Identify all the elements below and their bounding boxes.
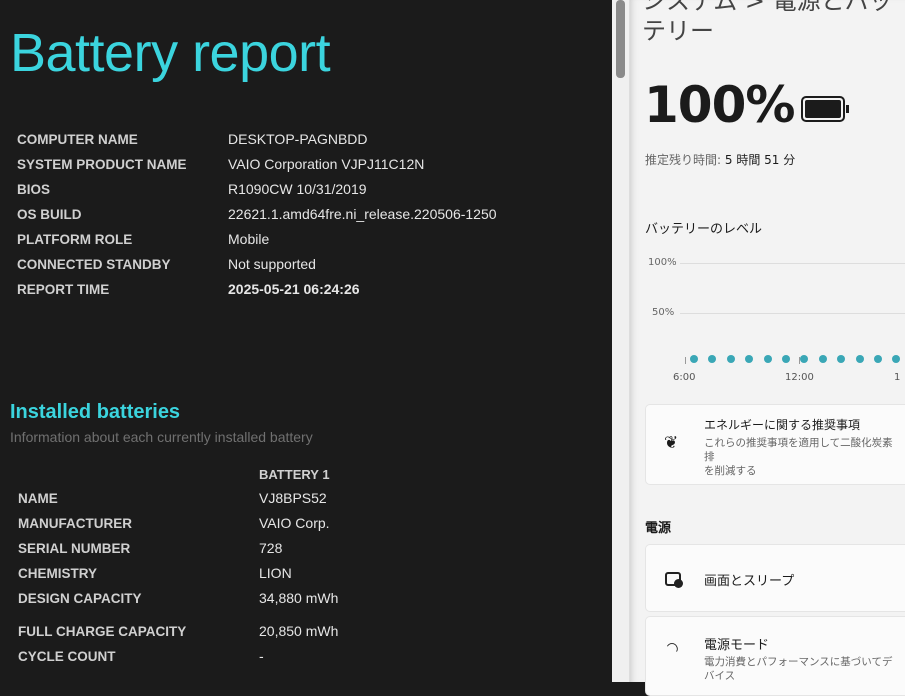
field-label: DESIGN CAPACITY <box>18 591 142 606</box>
battery-level-point <box>892 355 901 363</box>
field-label: CHEMISTRY <box>18 566 98 581</box>
battery-level-point <box>763 355 772 363</box>
x-tick-mark <box>799 357 800 364</box>
field-label: OS BUILD <box>17 207 82 222</box>
field-label: CYCLE COUNT <box>18 649 116 664</box>
field-label: CONNECTED STANDBY <box>17 257 171 272</box>
field-label: MANUFACTURER <box>18 516 132 531</box>
x-tick-6: 6:00 <box>673 372 696 383</box>
field-value: 22621.1.amd64fre.ni_release.220506-1250 <box>228 206 497 222</box>
y-tick-100: 100% <box>648 257 677 268</box>
power-mode-card[interactable]: ◠ 電源モード 電力消費とパフォーマンスに基づいてデバイス <box>645 616 905 696</box>
field-label: FULL CHARGE CAPACITY <box>18 624 187 639</box>
field-value: VAIO Corporation VJPJ11C12N <box>228 156 425 172</box>
power-section-heading: 電源 <box>645 521 672 536</box>
field-label: SYSTEM PRODUCT NAME <box>17 157 187 172</box>
gridline-50 <box>680 313 905 314</box>
field-value: VJ8BPS52 <box>259 490 327 506</box>
battery-level-point <box>837 355 846 363</box>
field-label: BIOS <box>17 182 51 197</box>
field-value: 2025-05-21 06:24:26 <box>228 281 360 297</box>
battery-level-point <box>782 355 790 363</box>
gauge-icon: ◠ <box>662 636 683 660</box>
field-value: LION <box>259 565 292 581</box>
energy-desc-2: を削減する <box>704 465 757 477</box>
screen-sleep-icon <box>665 572 683 588</box>
gridline-100 <box>680 263 905 264</box>
scrollbar[interactable] <box>612 0 630 682</box>
breadcrumb[interactable]: システム > 電源とバッテリー <box>642 0 900 46</box>
energy-desc: これらの推奨事項を適用して二酸化炭素排 <box>704 437 893 463</box>
y-tick-50: 50% <box>652 307 675 318</box>
installed-batteries-subtitle: Information about each currently install… <box>10 429 313 445</box>
x-tick-mark <box>685 357 686 364</box>
remaining-value: 5 時間 51 分 <box>724 153 796 167</box>
battery-level-point <box>800 355 809 363</box>
field-value: 728 <box>259 540 283 556</box>
battery-level-point <box>874 355 882 363</box>
x-tick-12: 12:00 <box>785 372 814 383</box>
battery-level-point <box>690 355 698 363</box>
field-label: PLATFORM ROLE <box>17 232 133 247</box>
settings-power-panel: システム > 電源とバッテリー 100% 推定残り時間: 5 時間 51 分 バ… <box>630 0 905 696</box>
battery-level-point <box>726 355 735 363</box>
screen-sleep-label: 画面とスリープ <box>704 574 795 589</box>
remaining-label: 推定残り時間: <box>645 153 722 167</box>
power-mode-desc: 電力消費とパフォーマンスに基づいてデバイス <box>704 656 893 682</box>
page-title: Battery report <box>10 23 331 83</box>
leaf-icon: ❦ <box>664 433 679 453</box>
field-label: NAME <box>18 491 58 506</box>
field-label: SERIAL NUMBER <box>18 541 131 556</box>
battery-level-point <box>745 355 754 363</box>
field-value: DESKTOP-PAGNBDD <box>228 131 368 147</box>
battery-level-point <box>708 355 717 363</box>
battery-percent: 100% <box>644 76 795 134</box>
field-value: Not supported <box>228 256 316 272</box>
field-value: 34,880 mWh <box>259 590 339 606</box>
field-value: Mobile <box>228 231 270 247</box>
scrollbar-thumb[interactable] <box>616 0 625 78</box>
energy-title: エネルギーに関する推奨事項 <box>704 418 861 432</box>
x-tick-18: 1 <box>894 372 901 383</box>
field-label: REPORT TIME <box>17 282 110 297</box>
power-mode-label: 電源モード <box>704 638 770 653</box>
battery-level-title: バッテリーのレベル <box>645 222 763 237</box>
field-value: R1090CW 10/31/2019 <box>228 181 367 197</box>
field-label: COMPUTER NAME <box>17 132 138 147</box>
battery-icon <box>801 96 849 122</box>
battery-level-point <box>855 355 864 363</box>
field-value: - <box>259 648 264 664</box>
field-value: 20,850 mWh <box>259 623 339 639</box>
installed-batteries-heading: Installed batteries <box>10 401 181 423</box>
screen-sleep-card[interactable]: 画面とスリープ <box>645 544 905 612</box>
energy-recommendations-card[interactable]: ❦ エネルギーに関する推奨事項 これらの推奨事項を適用して二酸化炭素排 を削減す… <box>645 404 905 485</box>
battery-report-page: Battery report COMPUTER NAME DESKTOP-PAGN… <box>0 0 612 682</box>
battery-column-header: BATTERY 1 <box>259 467 330 482</box>
field-value: VAIO Corp. <box>259 515 330 531</box>
battery-level-point <box>818 355 827 363</box>
